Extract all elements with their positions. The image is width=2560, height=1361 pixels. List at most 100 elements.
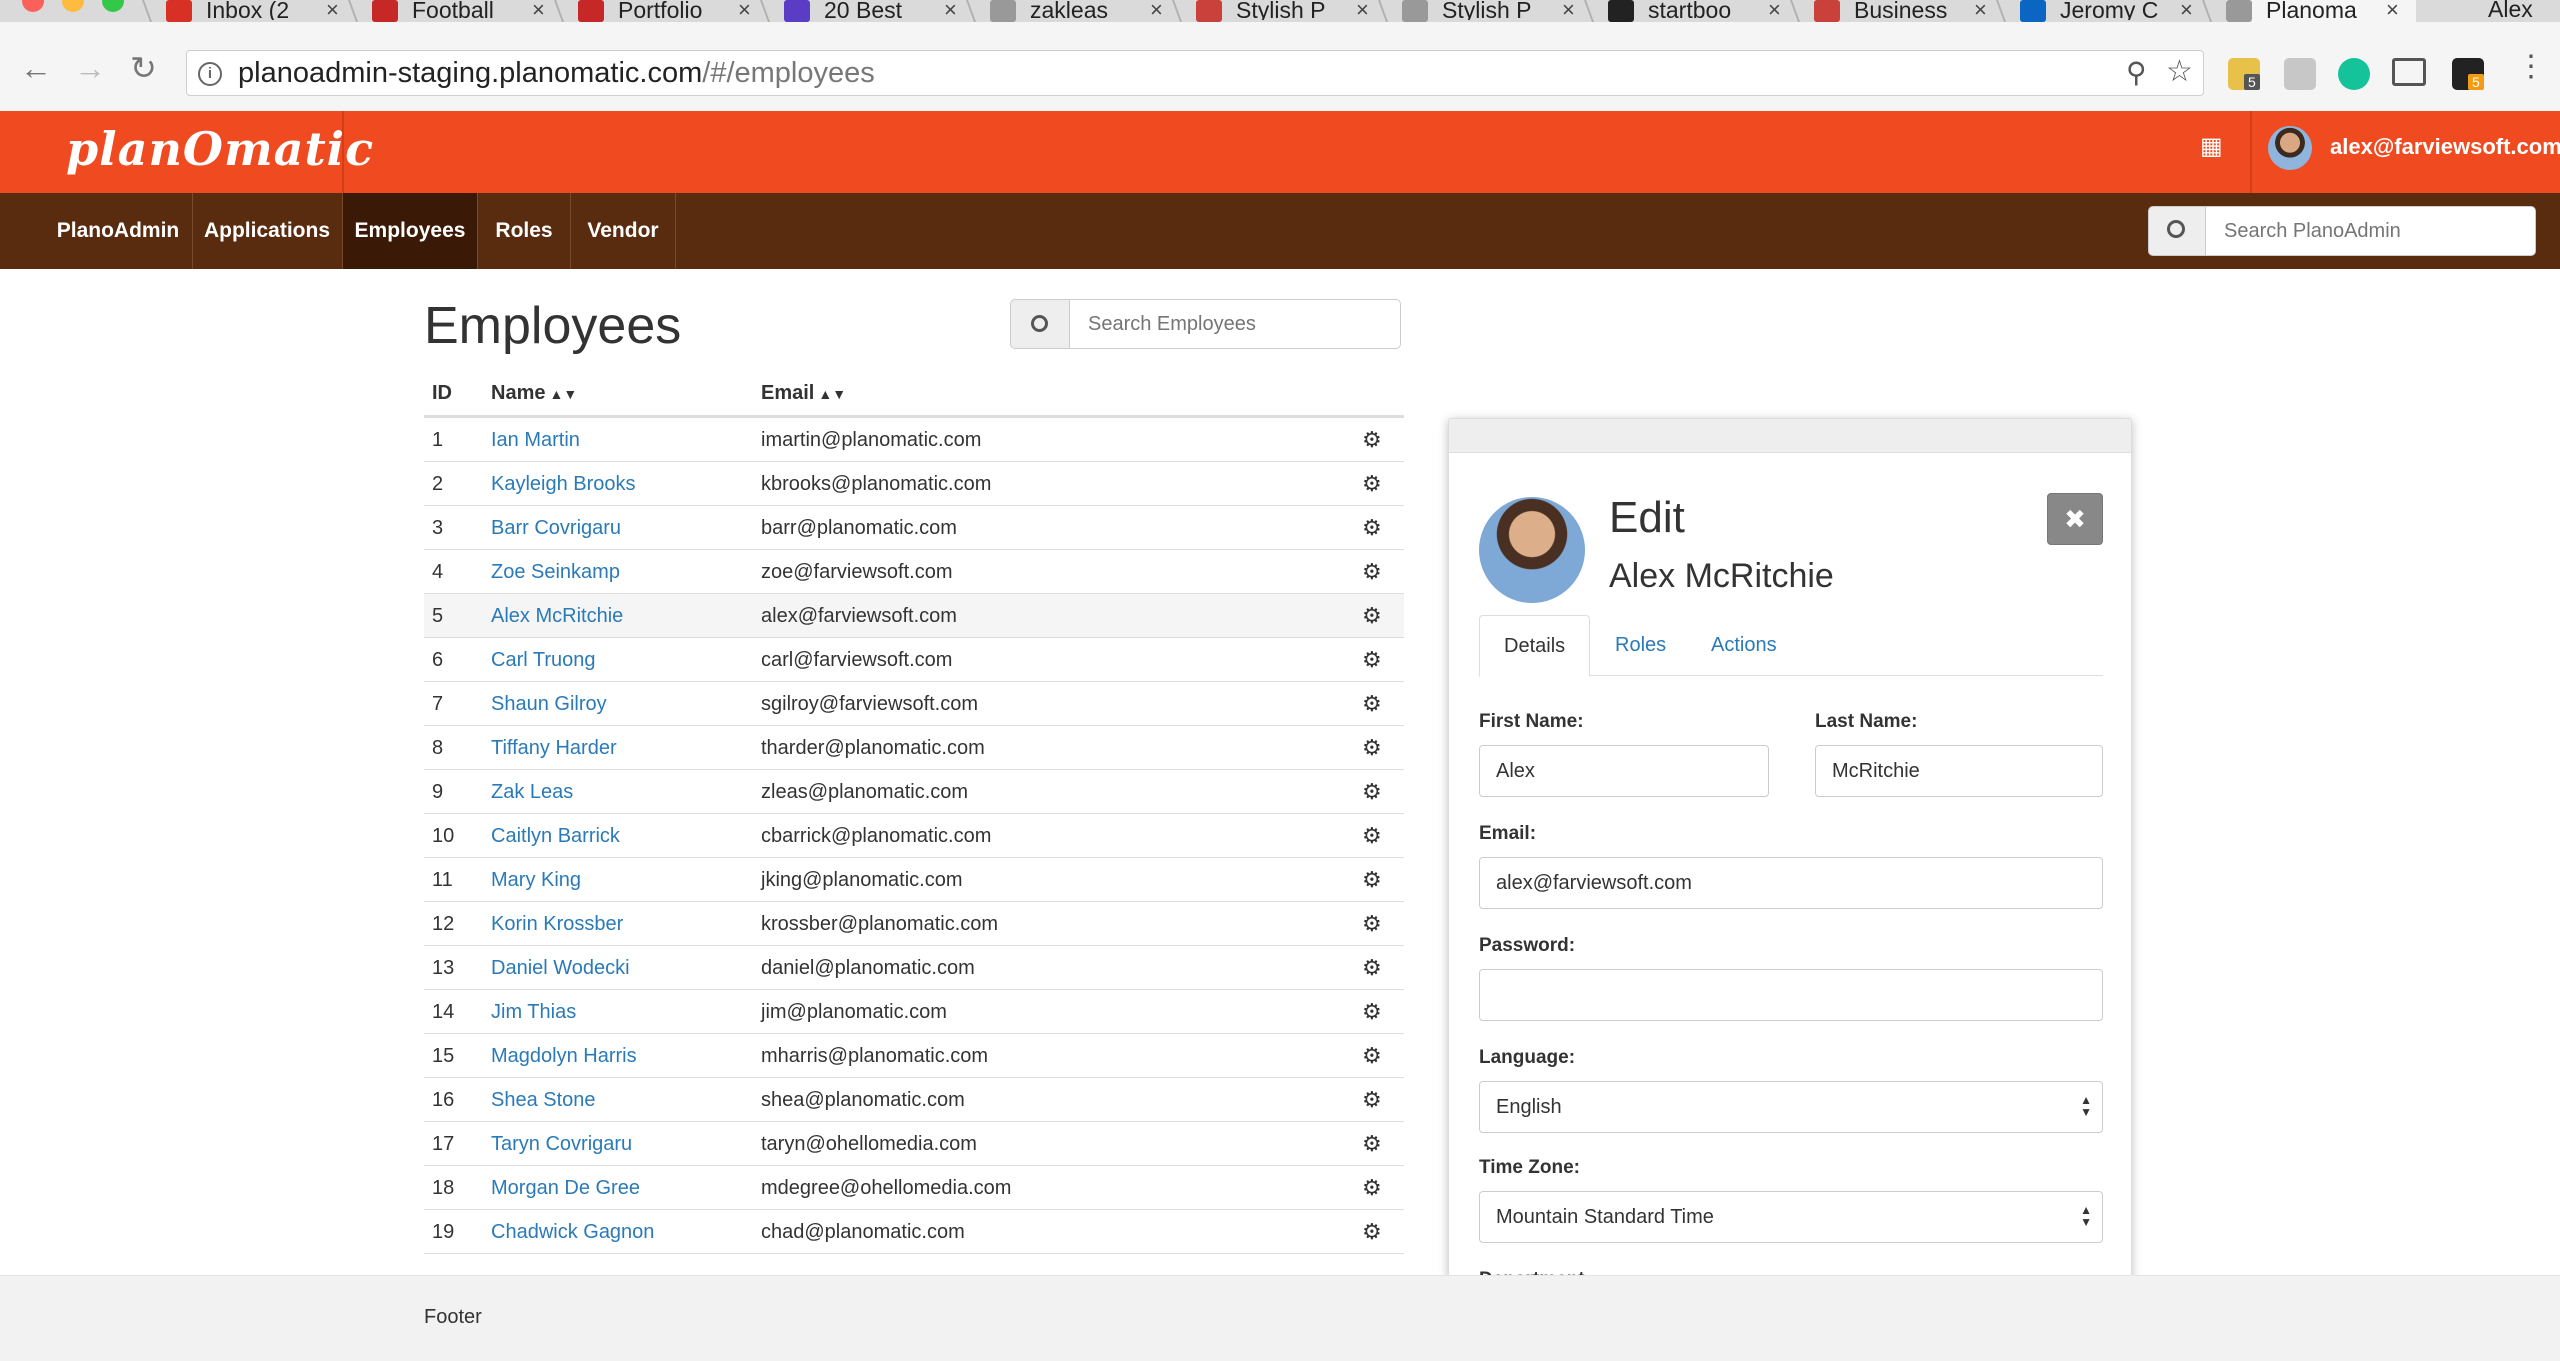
employee-name-link[interactable]: Mary King — [491, 858, 581, 902]
gear-icon[interactable]: ⚙ — [1362, 638, 1382, 682]
apps-grid-icon[interactable]: ▦ — [2200, 135, 2224, 159]
gear-icon[interactable]: ⚙ — [1362, 506, 1382, 550]
table-row[interactable]: 5 Alex McRitchie alex@farviewsoft.com ⚙ — [424, 594, 1404, 638]
employee-name-link[interactable]: Shaun Gilroy — [491, 682, 607, 726]
tab-roles[interactable]: Roles — [1591, 615, 1690, 677]
employee-name-link[interactable]: Magdolyn Harris — [491, 1034, 637, 1078]
table-row[interactable]: 9 Zak Leas zleas@planomatic.com ⚙ — [424, 770, 1404, 814]
table-row[interactable]: 18 Morgan De Gree mdegree@ohellomedia.com ⚙ — [424, 1166, 1404, 1210]
tab-close-icon[interactable]: × — [738, 0, 751, 21]
tab-close-icon[interactable]: × — [1356, 0, 1369, 21]
column-header-name[interactable]: Name ▲▼ — [491, 382, 577, 405]
nav-item-applications[interactable]: Applications — [194, 193, 340, 269]
tab-close-icon[interactable]: × — [1150, 0, 1163, 21]
email-field[interactable]: alex@farviewsoft.com — [1479, 857, 2103, 909]
nav-item-employees[interactable]: Employees — [343, 193, 477, 269]
table-row[interactable]: 7 Shaun Gilroy sgilroy@farviewsoft.com ⚙ — [424, 682, 1404, 726]
table-row[interactable]: 14 Jim Thias jim@planomatic.com ⚙ — [424, 990, 1404, 1034]
planomatic-logo[interactable]: planOmatic — [66, 122, 374, 176]
gear-icon[interactable]: ⚙ — [1362, 682, 1382, 726]
employee-name-link[interactable]: Korin Krossber — [491, 902, 623, 946]
employee-name-link[interactable]: Kayleigh Brooks — [491, 462, 636, 506]
browser-tab[interactable]: zakleas × — [990, 0, 1180, 22]
menu-icon[interactable]: ⋮ — [2516, 52, 2546, 82]
tab-close-icon[interactable]: × — [1768, 0, 1781, 21]
browser-tab[interactable]: Stylish P × — [1402, 0, 1592, 22]
table-row[interactable]: 2 Kayleigh Brooks kbrooks@planomatic.com ⚙ — [424, 462, 1404, 506]
browser-tab[interactable]: Stylish P × — [1196, 0, 1386, 22]
grammarly-icon[interactable] — [2338, 58, 2370, 90]
language-select[interactable]: English ▲ ▼ — [1479, 1081, 2103, 1133]
column-header-email[interactable]: Email ▲▼ — [761, 382, 846, 405]
gear-icon[interactable]: ⚙ — [1362, 1078, 1382, 1122]
extension-icon[interactable] — [2284, 58, 2316, 90]
gear-icon[interactable]: ⚙ — [1362, 462, 1382, 506]
tab-details[interactable]: Details — [1479, 615, 1591, 677]
table-row[interactable]: 3 Barr Covrigaru barr@planomatic.com ⚙ — [424, 506, 1404, 550]
zoom-icon[interactable]: ⚲ — [2126, 56, 2147, 89]
minimize-window-icon[interactable] — [62, 0, 84, 12]
browser-tab[interactable]: Planoma × — [2226, 0, 2416, 22]
table-row[interactable]: 11 Mary King jking@planomatic.com ⚙ — [424, 858, 1404, 902]
back-icon[interactable]: ← — [20, 52, 52, 84]
browser-tab[interactable]: Business × — [1814, 0, 2004, 22]
employee-name-link[interactable]: Jim Thias — [491, 990, 576, 1034]
zoom-window-icon[interactable] — [102, 0, 124, 12]
sort-icon[interactable]: ▲▼ — [549, 386, 577, 402]
profile-name[interactable]: Alex — [2488, 0, 2533, 22]
gear-icon[interactable]: ⚙ — [1362, 1210, 1382, 1254]
table-row[interactable]: 19 Chadwick Gagnon chad@planomatic.com ⚙ — [424, 1210, 1404, 1254]
bookmark-star-icon[interactable]: ☆ — [2166, 54, 2193, 89]
gear-icon[interactable]: ⚙ — [1362, 550, 1382, 594]
table-row[interactable]: 15 Magdolyn Harris mharris@planomatic.com ⚙ — [424, 1034, 1404, 1078]
cast-icon[interactable] — [2392, 58, 2426, 86]
url-text[interactable]: planoadmin-staging.planomatic.com/#/empl… — [238, 56, 875, 90]
employee-name-link[interactable]: Ian Martin — [491, 418, 580, 462]
tab-close-icon[interactable]: × — [1562, 0, 1575, 21]
browser-tab[interactable]: Football × — [372, 0, 562, 22]
first-name-field[interactable]: Alex — [1479, 745, 1769, 797]
gear-icon[interactable]: ⚙ — [1362, 770, 1382, 814]
forward-icon[interactable]: → — [74, 52, 106, 84]
employee-name-link[interactable]: Daniel Wodecki — [491, 946, 630, 990]
table-row[interactable]: 4 Zoe Seinkamp zoe@farviewsoft.com ⚙ — [424, 550, 1404, 594]
browser-tab[interactable]: startboo × — [1608, 0, 1798, 22]
employee-name-link[interactable]: Morgan De Gree — [491, 1166, 640, 1210]
close-panel-button[interactable]: ✖ — [2047, 493, 2103, 545]
browser-tab[interactable]: Jeromy C × — [2020, 0, 2210, 22]
employee-name-link[interactable]: Tiffany Harder — [491, 726, 617, 770]
gear-icon[interactable]: ⚙ — [1362, 946, 1382, 990]
employee-name-link[interactable]: Shea Stone — [491, 1078, 596, 1122]
table-row[interactable]: 16 Shea Stone shea@planomatic.com ⚙ — [424, 1078, 1404, 1122]
nav-item-roles[interactable]: Roles — [478, 193, 570, 269]
gear-icon[interactable]: ⚙ — [1362, 858, 1382, 902]
global-search-button[interactable] — [2148, 206, 2206, 256]
employee-name-link[interactable]: Chadwick Gagnon — [491, 1210, 654, 1254]
reload-icon[interactable]: ↻ — [130, 52, 157, 84]
gear-icon[interactable]: ⚙ — [1362, 1166, 1382, 1210]
timezone-select[interactable]: Mountain Standard Time ▲ ▼ — [1479, 1191, 2103, 1243]
gear-icon[interactable]: ⚙ — [1362, 1034, 1382, 1078]
browser-tab[interactable]: Inbox (2 × — [166, 0, 356, 22]
last-name-field[interactable]: McRitchie — [1815, 745, 2103, 797]
table-row[interactable]: 10 Caitlyn Barrick cbarrick@planomatic.com… — [424, 814, 1404, 858]
gear-icon[interactable]: ⚙ — [1362, 902, 1382, 946]
table-row[interactable]: 12 Korin Krossber krossber@planomatic.com ⚙ — [424, 902, 1404, 946]
table-row[interactable]: 13 Daniel Wodecki daniel@planomatic.com ⚙ — [424, 946, 1404, 990]
nav-item-vendor[interactable]: Vendor — [571, 193, 675, 269]
employee-name-link[interactable]: Carl Truong — [491, 638, 596, 682]
employee-name-link[interactable]: Zak Leas — [491, 770, 573, 814]
employee-search-button[interactable] — [1010, 299, 1070, 349]
employee-name-link[interactable]: Barr Covrigaru — [491, 506, 621, 550]
nav-item-planoadmin[interactable]: PlanoAdmin — [40, 193, 196, 269]
close-window-icon[interactable] — [22, 0, 44, 12]
gear-icon[interactable]: ⚙ — [1362, 990, 1382, 1034]
gear-icon[interactable]: ⚙ — [1362, 594, 1382, 638]
tab-actions[interactable]: Actions — [1687, 615, 1801, 677]
user-email[interactable]: alex@farviewsoft.com — [2330, 134, 2560, 160]
employee-name-link[interactable]: Alex McRitchie — [491, 594, 623, 638]
tab-close-icon[interactable]: × — [532, 0, 545, 21]
tab-close-icon[interactable]: × — [2386, 0, 2399, 21]
employee-name-link[interactable]: Zoe Seinkamp — [491, 550, 620, 594]
employee-name-link[interactable]: Taryn Covrigaru — [491, 1122, 632, 1166]
